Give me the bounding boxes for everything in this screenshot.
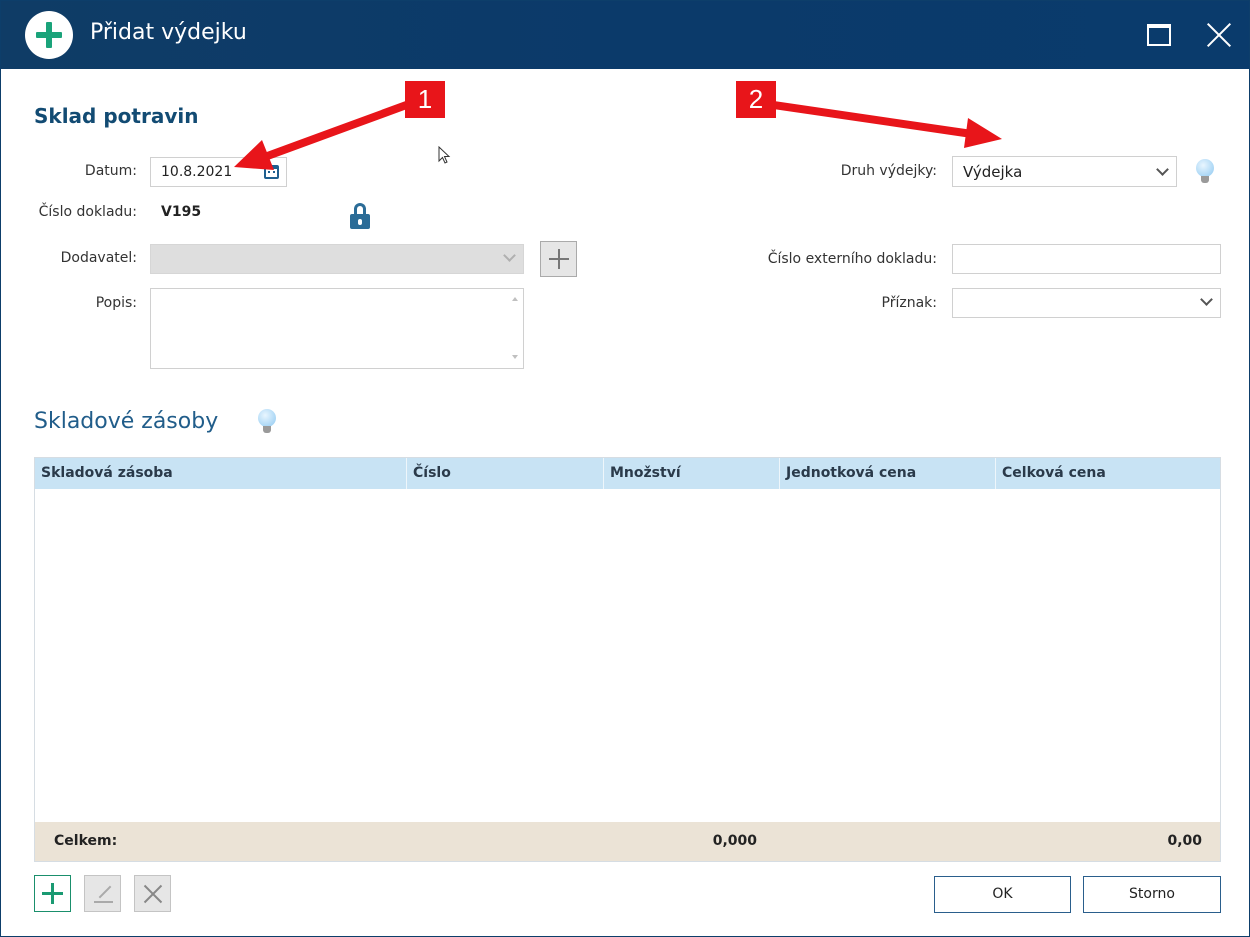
edit-row-button[interactable] [84, 875, 121, 912]
column-header-number[interactable]: Číslo [406, 458, 602, 489]
total-price: 0,00 [1167, 833, 1202, 849]
add-supplier-button[interactable] [540, 241, 577, 277]
issue-type-label: Druh výdejky: [840, 163, 937, 179]
close-button[interactable] [1205, 21, 1233, 49]
external-doc-input[interactable] [952, 244, 1221, 274]
lightbulb-icon[interactable] [258, 409, 276, 435]
chevron-down-icon [503, 249, 516, 262]
supplier-label: Dodavatel: [60, 250, 137, 266]
window-title: Přidat výdejku [90, 20, 247, 45]
stock-section-title: Skladové zásoby [34, 409, 219, 434]
supplier-select[interactable] [150, 244, 524, 274]
table-header: Skladová zásoba Číslo Množství Jednotkov… [35, 458, 1220, 489]
total-label: Celkem: [54, 833, 118, 849]
table-footer: Celkem: 0,000 0,00 [35, 822, 1220, 861]
ok-button[interactable]: OK [934, 876, 1071, 913]
chevron-down-icon [1200, 293, 1213, 306]
column-header-stock-item[interactable]: Skladová zásoba [35, 458, 405, 489]
flag-label: Příznak: [881, 295, 937, 311]
date-label: Datum: [84, 163, 137, 179]
delete-row-button[interactable] [134, 875, 171, 912]
issue-type-select[interactable]: Výdejka [952, 156, 1177, 187]
pencil-icon [98, 885, 112, 899]
doc-number-label: Číslo dokladu: [38, 204, 137, 220]
lightbulb-icon[interactable] [1196, 159, 1214, 185]
column-header-total-price[interactable]: Celková cena [995, 458, 1220, 489]
annotation-marker-1: 1 [405, 81, 445, 118]
total-quantity: 0,000 [712, 833, 757, 849]
add-row-button[interactable] [34, 875, 71, 912]
scroll-up-icon[interactable] [512, 297, 518, 301]
description-label: Popis: [95, 295, 137, 311]
doc-number-value: V195 [161, 204, 202, 220]
flag-select[interactable] [952, 288, 1221, 318]
scroll-down-icon[interactable] [512, 355, 518, 359]
maximize-button[interactable] [1147, 24, 1171, 46]
calendar-icon[interactable] [264, 165, 279, 179]
lock-icon[interactable] [350, 203, 370, 229]
column-header-quantity[interactable]: Množství [603, 458, 774, 489]
mouse-cursor-icon [438, 146, 451, 164]
column-header-unit-price[interactable]: Jednotková cena [779, 458, 995, 489]
annotation-marker-2: 2 [736, 81, 776, 118]
issue-type-value: Výdejka [963, 163, 1023, 181]
dialog-window: Přidat výdejku Sklad potravin Datum: 10.… [0, 0, 1250, 937]
stock-table[interactable]: Skladová zásoba Číslo Množství Jednotkov… [34, 457, 1221, 862]
external-doc-label: Číslo externího dokladu: [767, 251, 937, 267]
cancel-button[interactable]: Storno [1083, 876, 1221, 913]
date-value: 10.8.2021 [161, 164, 233, 180]
chevron-down-icon [1156, 163, 1169, 176]
date-field[interactable]: 10.8.2021 [150, 157, 287, 187]
add-circle-icon [25, 11, 73, 59]
description-textarea[interactable] [150, 288, 524, 369]
title-bar: Přidat výdejku [1, 1, 1249, 69]
section-title: Sklad potravin [34, 104, 199, 128]
